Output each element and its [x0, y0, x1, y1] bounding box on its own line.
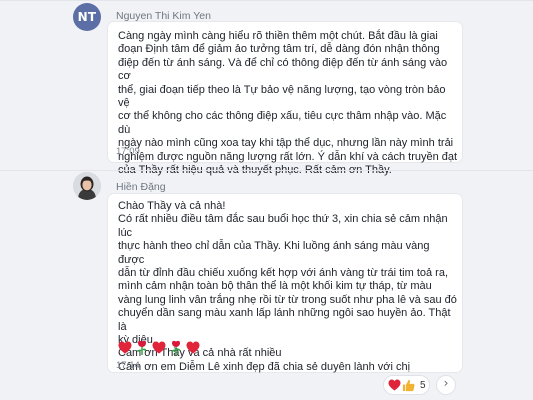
heart-icon	[186, 341, 200, 354]
emoji-row	[118, 340, 200, 355]
sender-name[interactable]: Hiền Đặng	[116, 181, 166, 193]
message-bubble[interactable]: Chào Thầy và cả nhà! Có rất nhiều điều t…	[108, 194, 462, 373]
avatar[interactable]	[73, 172, 101, 200]
reaction-count: 5	[420, 379, 426, 391]
avatar-initials[interactable]: NT	[73, 3, 101, 31]
rose-icon	[137, 340, 147, 355]
user-photo-avatar-icon	[73, 172, 101, 200]
rose-icon	[171, 340, 181, 355]
heart-reaction-icon	[388, 379, 401, 391]
thumbs-up-icon	[402, 379, 415, 391]
avatar-initials-text: NT	[77, 10, 97, 24]
message-text: Càng ngày mình càng hiểu rõ thiền thêm m…	[118, 30, 458, 177]
message-bubble[interactable]: Càng ngày mình càng hiểu rõ thiền thêm m…	[108, 22, 462, 176]
message-time: 17:09	[116, 146, 140, 157]
heart-icon	[118, 341, 132, 354]
reaction-summary[interactable]: 5	[383, 375, 430, 395]
more-reactions-button[interactable]: ›	[436, 375, 456, 395]
top-divider	[0, 0, 533, 1]
heart-icon	[152, 341, 166, 354]
message-divider	[0, 170, 533, 171]
sender-name[interactable]: Nguyen Thi Kim Yen	[116, 10, 211, 22]
ellipsis-icon: ›	[443, 376, 449, 390]
message-time: 17:14	[116, 360, 140, 371]
